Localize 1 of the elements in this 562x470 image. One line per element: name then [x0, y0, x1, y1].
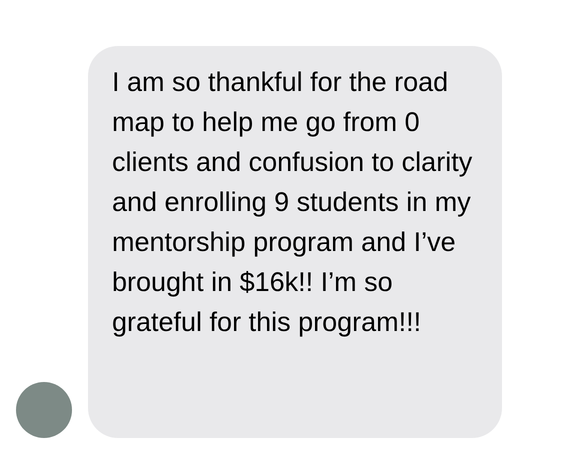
message-text: I am so thankful for the road map to help me go from 0 clients and confusion to clarity and enrolling 9 students in my mentorship program and I’ve brought in $16k!! I’m so grateful for this program!!! [112, 66, 474, 339]
